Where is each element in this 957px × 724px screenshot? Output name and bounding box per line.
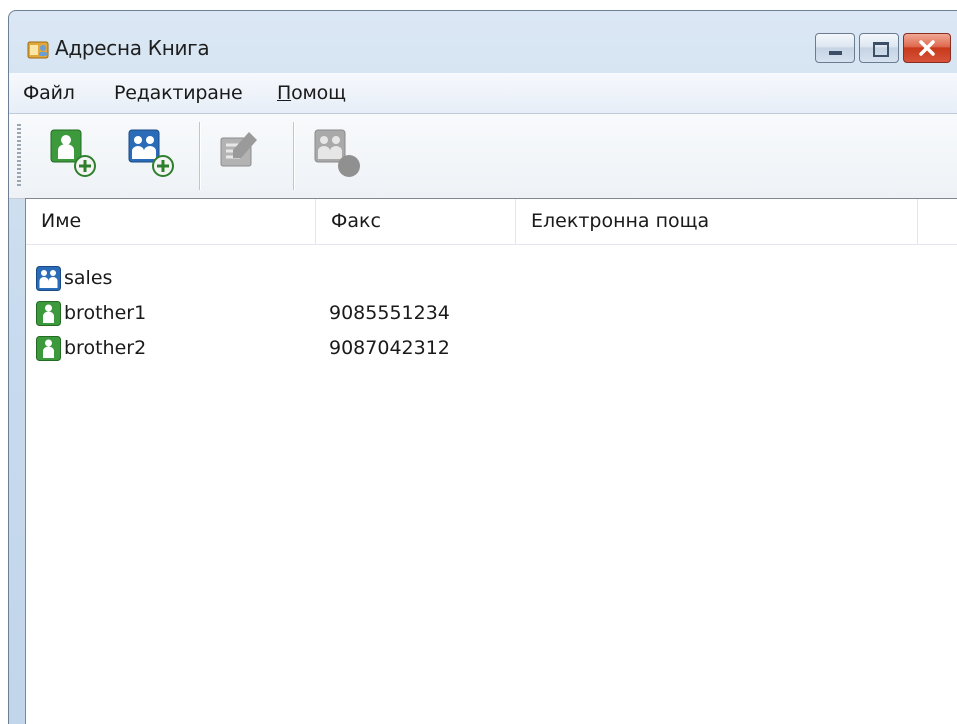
group-icon bbox=[36, 266, 61, 295]
toolbar-separator bbox=[199, 122, 200, 190]
add-member-icon bbox=[50, 129, 96, 177]
member-icon bbox=[36, 301, 61, 330]
entry-fax: 9087042312 bbox=[329, 337, 450, 359]
address-list[interactable]: Име Факс Електронна поща sales brother1 … bbox=[25, 198, 957, 724]
caption-buttons bbox=[815, 33, 951, 63]
column-header-fax[interactable]: Факс bbox=[316, 199, 516, 244]
menu-bar: Файл Редактиране Помощ bbox=[9, 73, 957, 114]
menu-edit[interactable]: Редактиране bbox=[114, 82, 243, 104]
add-group-button[interactable] bbox=[123, 128, 179, 182]
add-member-button[interactable] bbox=[45, 128, 101, 182]
list-item[interactable]: brother1 9085551234 bbox=[26, 295, 957, 331]
entry-name: sales bbox=[64, 267, 113, 289]
entry-fax: 9085551234 bbox=[329, 302, 450, 324]
toolbar-separator bbox=[293, 122, 294, 190]
title-bar[interactable]: Адресна Книга bbox=[9, 11, 957, 73]
delete-button[interactable] bbox=[309, 128, 365, 182]
list-header: Име Факс Електронна поща bbox=[26, 199, 957, 245]
edit-button[interactable] bbox=[215, 128, 271, 182]
close-icon bbox=[904, 34, 950, 62]
menu-help[interactable]: Помощ bbox=[277, 82, 346, 104]
address-book-window: Адресна Книга Файл Редактиране Помощ Име… bbox=[8, 10, 957, 724]
window-title: Адресна Книга bbox=[55, 36, 210, 60]
entry-name: brother2 bbox=[64, 337, 147, 359]
list-item[interactable]: brother2 9087042312 bbox=[26, 330, 957, 366]
member-icon bbox=[36, 336, 61, 365]
toolbar bbox=[9, 114, 957, 199]
minimize-icon bbox=[829, 51, 842, 55]
toolbar-grip[interactable] bbox=[17, 124, 21, 188]
minimize-button[interactable] bbox=[815, 33, 855, 63]
list-item[interactable]: sales bbox=[26, 260, 957, 296]
edit-icon bbox=[220, 132, 257, 167]
maximize-button[interactable] bbox=[859, 33, 899, 63]
maximize-icon bbox=[873, 42, 889, 57]
delete-icon bbox=[314, 129, 360, 177]
menu-file[interactable]: Файл bbox=[23, 82, 75, 104]
add-group-icon bbox=[128, 129, 174, 177]
entry-name: brother1 bbox=[64, 302, 147, 324]
address-book-icon bbox=[27, 39, 49, 65]
close-button[interactable] bbox=[903, 33, 951, 63]
column-header-email[interactable]: Електронна поща bbox=[516, 199, 918, 244]
column-header-name[interactable]: Име bbox=[26, 199, 316, 244]
